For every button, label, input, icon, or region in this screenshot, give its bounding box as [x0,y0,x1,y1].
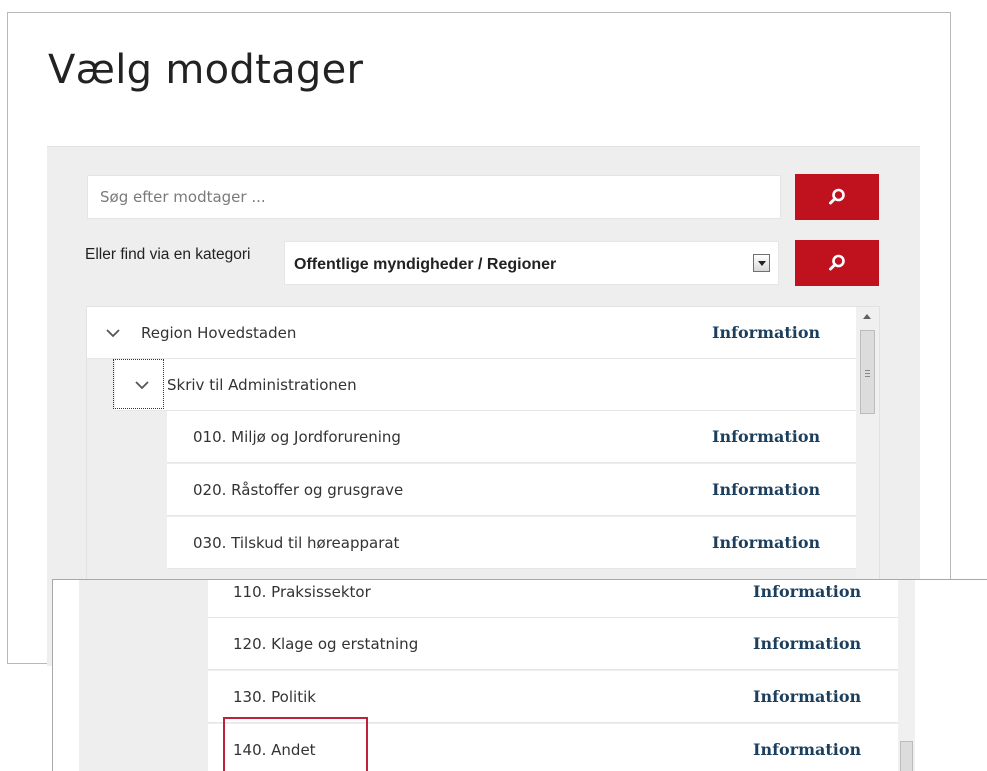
search-button[interactable] [795,174,879,220]
list-item[interactable]: 110. Praksissektor Information [208,580,898,618]
list-item-label: 020. Råstoffer og grusgrave [193,481,404,499]
dropdown-arrow-icon[interactable] [753,254,770,272]
list-item[interactable]: 120. Klage og erstatning Information [208,618,898,670]
information-link[interactable]: Information [753,740,861,759]
list-item[interactable]: 130. Politik Information [208,671,898,723]
information-link[interactable]: Information [753,582,861,601]
chevron-down-icon[interactable] [105,328,121,338]
information-link[interactable]: Information [712,323,820,342]
information-link[interactable]: Information [753,687,861,706]
list-item-region[interactable]: Region Hovedstaden Information [87,307,858,359]
information-link[interactable]: Information [712,427,820,446]
category-select[interactable]: Offentlige myndigheder / Regioner [284,241,779,285]
list-item-label: 130. Politik [233,688,316,706]
inset-scrollbar[interactable] [898,580,915,771]
information-link[interactable]: Information [712,480,820,499]
information-link[interactable]: Information [712,533,820,552]
category-label: Eller find via en kategori [85,246,251,263]
zoom-inset: 110. Praksissektor Information 120. Klag… [52,579,987,771]
list-item-label: 030. Tilskud til høreapparat [193,534,400,552]
focus-outline [113,359,164,409]
scrollbar-thumb[interactable] [900,741,913,771]
recipient-panel: Vælg modtager Eller find via en kategori… [7,12,951,666]
list-item[interactable]: 030. Tilskud til høreapparat Information [167,517,858,569]
list-item-group[interactable]: Skriv til Administrationen [115,359,858,411]
list-item[interactable]: 020. Råstoffer og grusgrave Information [167,464,858,516]
highlight-box [223,717,368,771]
list-item-label: 120. Klage og erstatning [233,635,419,653]
information-link[interactable]: Information [753,634,861,653]
list-item[interactable]: 010. Miljø og Jordforurening Information [167,411,858,463]
list-item-label: Skriv til Administrationen [167,376,357,394]
search-icon [829,254,845,271]
list-item-label: 010. Miljø og Jordforurening [193,428,401,446]
list-item-label: 110. Praksissektor [233,583,371,601]
list-item-label: Region Hovedstaden [141,324,297,342]
page-title: Vælg modtager [48,47,364,93]
search-input[interactable] [87,175,781,219]
grip-icon [865,370,870,371]
scrollbar-thumb[interactable] [860,330,875,414]
search-icon [829,188,845,205]
scroll-up-arrow-icon[interactable] [863,314,871,319]
category-search-button[interactable] [795,240,879,286]
category-select-value: Offentlige myndigheder / Regioner [294,256,557,273]
